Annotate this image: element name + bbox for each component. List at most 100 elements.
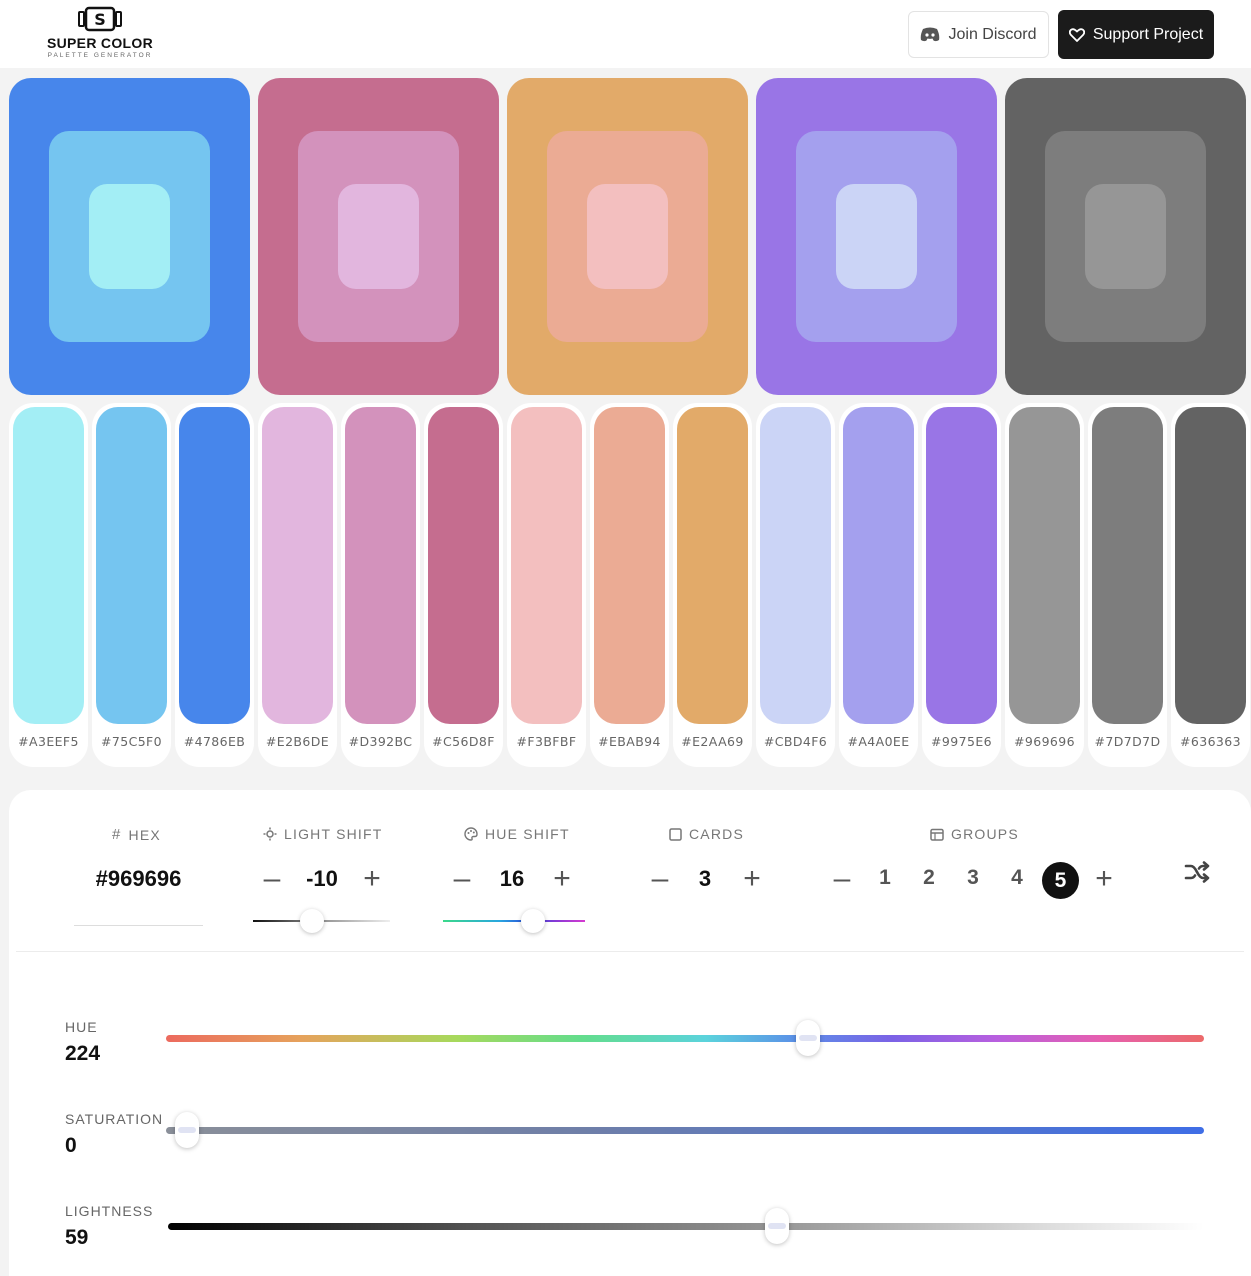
preview-card[interactable] <box>507 78 748 395</box>
swatch-color-bar <box>1175 407 1246 724</box>
swatch-hex-label: #F3BFBF <box>516 734 577 749</box>
color-swatch[interactable]: #A4A0EE <box>839 403 918 767</box>
swatch-color-bar <box>760 407 831 724</box>
calendar-icon <box>930 828 944 841</box>
light-shift-increment[interactable]: + <box>359 864 385 894</box>
hue-slider[interactable] <box>166 1035 1204 1042</box>
swatch-color-bar <box>677 407 748 724</box>
preview-card-inner <box>587 184 668 289</box>
color-swatch[interactable]: #A3EEF5 <box>9 403 88 767</box>
color-swatch[interactable]: #F3BFBF <box>507 403 586 767</box>
swatch-hex-label: #D392BC <box>348 734 413 749</box>
swatch-color-bar <box>511 407 582 724</box>
sun-icon <box>263 827 277 841</box>
hex-input-underline <box>74 925 203 926</box>
light-shift-value: -10 <box>306 866 338 891</box>
hue-shift-decrement[interactable]: – <box>449 864 475 894</box>
saturation-knob[interactable] <box>175 1112 199 1148</box>
color-swatch[interactable]: #E2B6DE <box>258 403 337 767</box>
cards-decrement[interactable]: – <box>647 864 673 894</box>
logo-letter: S <box>94 10 106 29</box>
color-swatch[interactable]: #EBAB94 <box>590 403 669 767</box>
swatch-color-bar <box>926 407 997 724</box>
group-option-2[interactable]: 2 <box>914 866 944 890</box>
swatch-hex-label: #75C5F0 <box>100 734 162 749</box>
color-swatch[interactable]: #75C5F0 <box>92 403 171 767</box>
lightness-label: LIGHTNESS <box>65 1203 154 1219</box>
cards-increment[interactable]: + <box>739 864 765 894</box>
saturation-slider[interactable] <box>166 1127 1204 1134</box>
shuffle-icon[interactable] <box>1184 860 1210 884</box>
light-shift-label: LIGHT SHIFT <box>263 826 383 842</box>
swatch-color-bar <box>1092 407 1163 724</box>
preview-card[interactable] <box>756 78 997 395</box>
swatch-hex-label: #E2AA69 <box>681 734 744 749</box>
join-discord-button[interactable]: Join Discord <box>908 11 1049 58</box>
group-option-5-selected[interactable]: 5 <box>1042 862 1079 899</box>
swatch-color-bar <box>594 407 665 724</box>
color-swatch[interactable]: #D392BC <box>341 403 420 767</box>
swatch-hex-label: #C56D8F <box>432 734 495 749</box>
square-icon <box>669 827 682 841</box>
hex-label: # HEX <box>112 826 161 843</box>
preview-card-inner <box>1085 184 1166 289</box>
swatch-hex-label: #EBAB94 <box>598 734 661 749</box>
logo[interactable]: S SUPER COLOR PALETTE GENERATOR <box>46 6 154 64</box>
groups-label: GROUPS <box>930 826 1019 842</box>
logo-icon: S <box>78 6 122 32</box>
cards-label: CARDS <box>669 826 744 842</box>
preview-card[interactable] <box>9 78 250 395</box>
swatch-color-bar <box>1009 407 1080 724</box>
light-shift-decrement[interactable]: – <box>259 864 285 894</box>
join-discord-label: Join Discord <box>948 25 1037 43</box>
swatch-color-bar <box>428 407 499 724</box>
saturation-label: SATURATION <box>65 1111 164 1127</box>
group-option-3[interactable]: 3 <box>958 866 988 890</box>
hex-input[interactable]: #969696 <box>74 866 203 892</box>
groups-increment[interactable]: + <box>1091 864 1117 894</box>
cards-value: 3 <box>698 866 712 891</box>
swatch-color-bar <box>262 407 333 724</box>
group-option-4[interactable]: 4 <box>1002 866 1032 890</box>
swatch-color-bar <box>96 407 167 724</box>
hue-shift-value: 16 <box>499 866 525 891</box>
hue-knob[interactable] <box>796 1020 820 1056</box>
support-project-button[interactable]: Support Project <box>1058 10 1214 59</box>
swatch-hex-label: #CBD4F6 <box>763 734 828 749</box>
swatch-hex-label: #636363 <box>1180 734 1241 749</box>
preview-card-inner <box>338 184 419 289</box>
color-swatch[interactable]: #9975E6 <box>922 403 1001 767</box>
preview-card[interactable] <box>1005 78 1246 395</box>
preview-card-inner <box>89 184 170 289</box>
swatch-hex-label: #969696 <box>1014 734 1075 749</box>
swatch-hex-label: #7D7D7D <box>1094 734 1161 749</box>
saturation-value: 0 <box>65 1134 77 1157</box>
color-swatch[interactable]: #C56D8F <box>424 403 503 767</box>
color-swatch[interactable]: #7D7D7D <box>1088 403 1167 767</box>
lightness-value: 59 <box>65 1226 89 1249</box>
swatch-color-bar <box>179 407 250 724</box>
preview-card[interactable] <box>258 78 499 395</box>
hash-icon: # <box>112 826 122 843</box>
lightness-slider[interactable] <box>168 1223 1204 1230</box>
color-swatch[interactable]: #636363 <box>1171 403 1250 767</box>
hue-shift-label: HUE SHIFT <box>464 826 570 842</box>
swatch-hex-label: #4786EB <box>183 734 246 749</box>
heart-icon <box>1068 27 1085 42</box>
hue-shift-increment[interactable]: + <box>549 864 575 894</box>
color-swatch[interactable]: #969696 <box>1005 403 1084 767</box>
hue-shift-knob[interactable] <box>521 909 545 933</box>
light-shift-knob[interactable] <box>300 909 324 933</box>
color-swatch[interactable]: #E2AA69 <box>673 403 752 767</box>
hue-shift-slider[interactable] <box>443 920 585 922</box>
color-swatch[interactable]: #CBD4F6 <box>756 403 835 767</box>
palette-icon <box>464 827 478 841</box>
color-swatch[interactable]: #4786EB <box>175 403 254 767</box>
top-bar: S SUPER COLOR PALETTE GENERATOR Join Dis… <box>0 0 1251 68</box>
panel-divider <box>16 951 1244 952</box>
swatch-color-bar <box>843 407 914 724</box>
discord-icon <box>921 27 940 42</box>
groups-decrement[interactable]: – <box>829 864 855 894</box>
group-option-1[interactable]: 1 <box>870 866 900 890</box>
lightness-knob[interactable] <box>765 1208 789 1244</box>
